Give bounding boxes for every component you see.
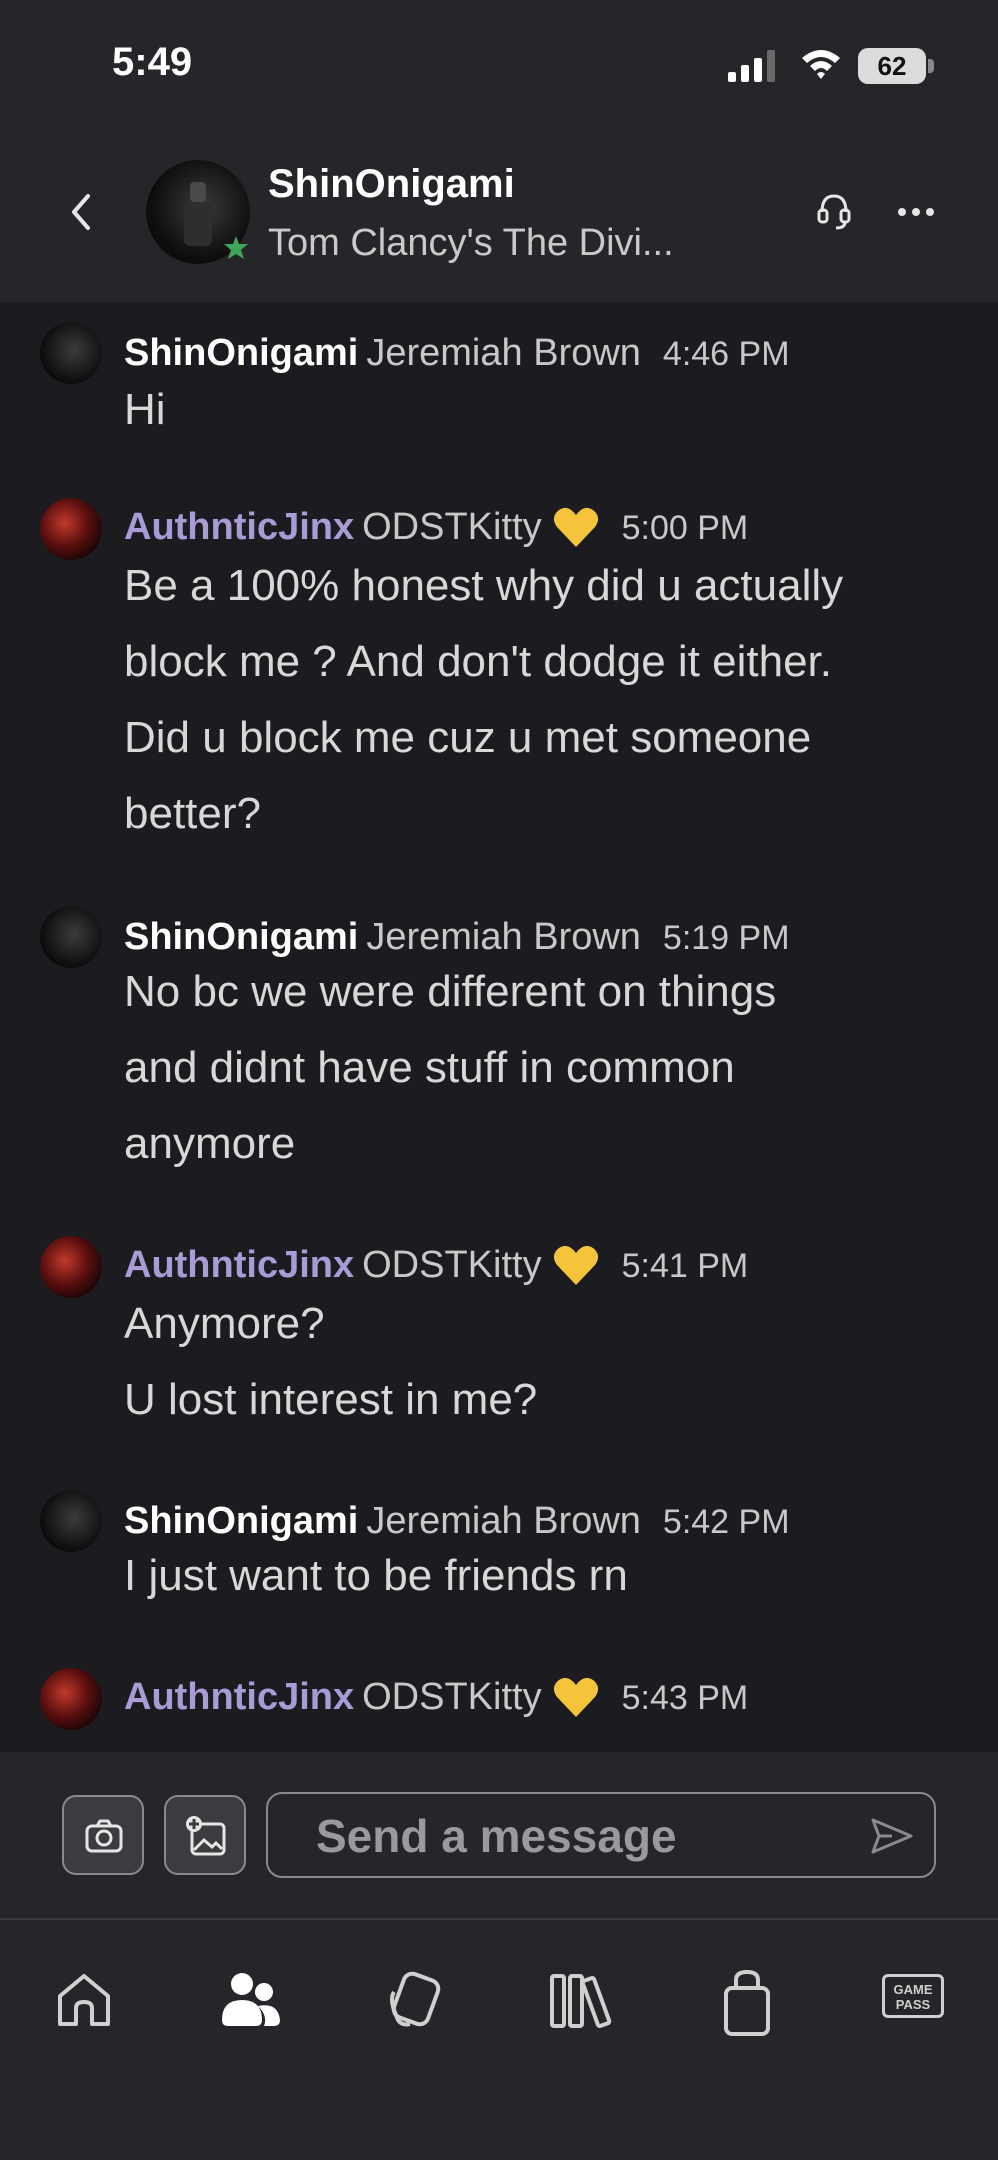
nav-collections[interactable] — [384, 1968, 454, 2038]
message-text: Anymore? U lost interest in me? — [124, 1286, 974, 1438]
nav-home[interactable] — [52, 1968, 122, 2038]
headset-icon[interactable] — [816, 190, 852, 234]
message-list[interactable]: ShinOnigami Jeremiah Brown 4:46 PM Hi Auth… — [0, 302, 998, 1752]
message-line: Anymore? — [124, 1299, 325, 1348]
add-image-icon — [186, 1816, 226, 1856]
yellow-heart-icon — [553, 507, 598, 547]
message-composer — [0, 1752, 998, 1918]
online-status-icon — [224, 236, 248, 259]
message-time: 5:19 PM — [662, 919, 790, 957]
camera-icon — [85, 1819, 123, 1853]
nav-friends[interactable] — [218, 1968, 288, 2038]
message-input-box[interactable] — [266, 1792, 936, 1878]
sender-realname: Jeremiah Brown — [366, 1500, 641, 1542]
sender-gamertag[interactable]: AuthnticJinx — [124, 1244, 354, 1286]
yellow-heart-icon — [553, 1677, 598, 1717]
sender-gamertag[interactable]: ShinOnigami — [124, 916, 358, 958]
yellow-heart-icon — [553, 1245, 598, 1285]
bottom-navigation: GAME PASS — [0, 1920, 998, 2160]
avatar[interactable] — [40, 1490, 102, 1552]
game-pass-icon: GAME PASS — [882, 1974, 944, 2018]
status-time: 5:49 — [112, 40, 193, 84]
nav-game-pass[interactable]: GAME PASS — [882, 1968, 952, 2038]
sender-realname: Jeremiah Brown — [366, 916, 641, 958]
avatar[interactable] — [40, 498, 102, 560]
wifi-icon — [802, 50, 840, 79]
nav-store[interactable] — [714, 1968, 784, 2038]
message-line: U lost interest in me? — [124, 1375, 538, 1424]
message-time: 5:42 PM — [662, 1503, 790, 1541]
more-options-icon[interactable] — [896, 200, 936, 224]
cards-icon — [390, 1971, 441, 2027]
avatar[interactable] — [40, 1668, 102, 1730]
avatar[interactable] — [40, 322, 102, 384]
message-line: block me ? And don't dodge it either. — [124, 637, 832, 686]
camera-button[interactable] — [62, 1795, 144, 1875]
library-icon — [550, 1974, 612, 2029]
battery-indicator: 62 — [858, 48, 934, 84]
message-header: AuthnticJinx ODSTKitty 5:00 PM — [124, 504, 748, 551]
store-icon — [724, 1969, 770, 2036]
game-pass-label-bottom: PASS — [895, 1997, 931, 2012]
contact-activity: Tom Clancy's The Divi... — [268, 222, 674, 264]
sender-gamertag[interactable]: ShinOnigami — [124, 332, 358, 374]
message-header: AuthnticJinx ODSTKitty 5:43 PM — [124, 1674, 748, 1721]
message-input[interactable] — [316, 1804, 836, 1868]
message-line: Be a 100% honest why did u actually — [124, 561, 844, 610]
message-time: 5:41 PM — [621, 1247, 749, 1285]
sender-gamertag[interactable]: AuthnticJinx — [124, 506, 354, 548]
message-line: and didnt have stuff in common — [124, 1043, 735, 1092]
message-text: I just want to be friends rn — [124, 1538, 974, 1614]
home-icon — [58, 1974, 110, 2026]
message-line: No bc we were different on things — [124, 967, 777, 1016]
add-image-button[interactable] — [164, 1795, 246, 1875]
signal-icon — [728, 50, 775, 82]
message-line: anymore — [124, 1119, 296, 1168]
message-text: Hi — [124, 372, 974, 448]
game-pass-label-top: GAME — [893, 1982, 933, 1997]
sender-realname: ODSTKitty — [362, 506, 542, 548]
battery-level: 62 — [858, 48, 926, 84]
message-time: 5:43 PM — [621, 1679, 749, 1717]
message-text: Be a 100% honest why did u actually bloc… — [124, 548, 974, 852]
contact-name[interactable]: ShinOnigami — [268, 162, 515, 207]
nav-library[interactable] — [548, 1968, 618, 2038]
message-time: 5:00 PM — [621, 509, 749, 547]
message-header: AuthnticJinx ODSTKitty 5:41 PM — [124, 1242, 748, 1289]
avatar[interactable] — [40, 906, 102, 968]
sender-gamertag[interactable]: AuthnticJinx — [124, 1676, 354, 1718]
message-line: I just want to be friends rn — [124, 1551, 628, 1600]
send-icon[interactable] — [870, 1816, 914, 1856]
message-header: ShinOnigami Jeremiah Brown 4:46 PM — [124, 330, 790, 377]
friends-icon — [222, 1973, 280, 2026]
message-text: No bc we were different on things and di… — [124, 954, 974, 1182]
sender-realname: Jeremiah Brown — [366, 332, 641, 374]
back-chevron-icon[interactable] — [66, 190, 96, 234]
message-line: better? — [124, 789, 261, 838]
message-line: Did u block me cuz u met someone — [124, 713, 812, 762]
sender-realname: ODSTKitty — [362, 1244, 542, 1286]
top-bar: 5:49 62 ShinOnigami Tom Clancy's The Div… — [0, 0, 998, 302]
avatar[interactable] — [40, 1236, 102, 1298]
sender-realname: ODSTKitty — [362, 1676, 542, 1718]
battery-tip — [928, 59, 934, 73]
message-line: Hi — [124, 385, 166, 434]
message-time: 4:46 PM — [662, 335, 790, 373]
sender-gamertag[interactable]: ShinOnigami — [124, 1500, 358, 1542]
